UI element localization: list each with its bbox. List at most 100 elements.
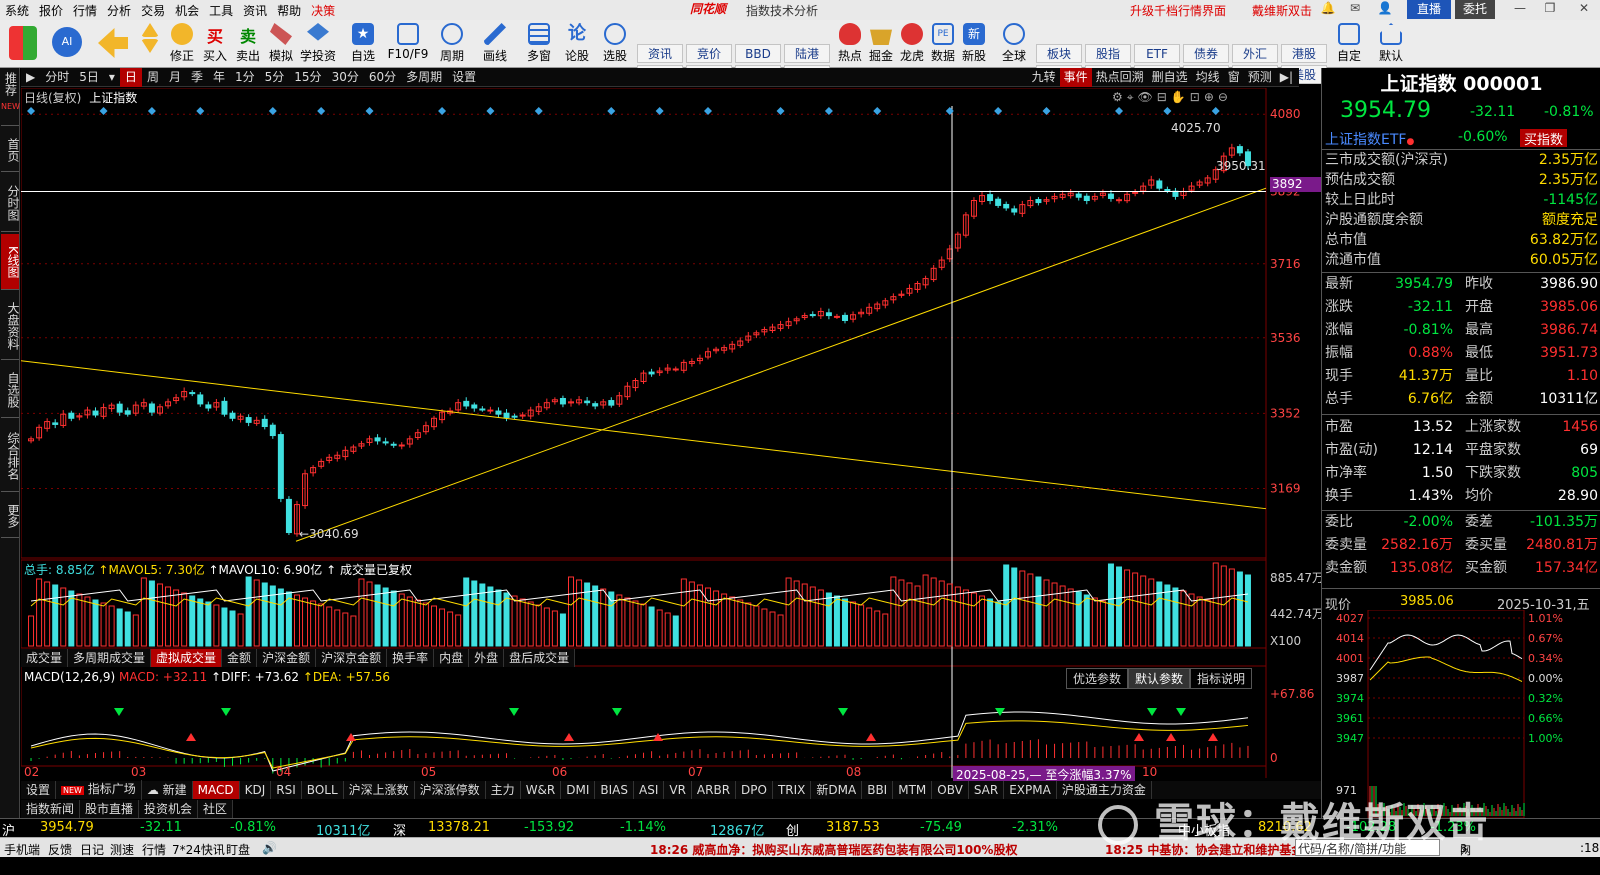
toolbar-dragon[interactable]: 龙虎	[895, 23, 929, 67]
bottom-mobile[interactable]: 手机端	[4, 841, 40, 858]
close-icon[interactable]: ✕	[1574, 1, 1594, 15]
toolbar-f10[interactable]: F10/F9	[386, 23, 430, 67]
menu-item-help[interactable]: 帮助	[272, 2, 306, 19]
toolbar-forum[interactable]: 论论股	[562, 23, 592, 67]
grid-btn-futures-index[interactable]: 股指	[1085, 44, 1131, 63]
toolbar-learn[interactable]: 学投资	[298, 23, 338, 67]
back-icon[interactable]	[96, 23, 130, 67]
lock-icon[interactable]: ⊟	[1157, 90, 1171, 104]
period-30min[interactable]: 30分	[327, 68, 364, 87]
toolbar-default[interactable]: 默认	[1372, 23, 1410, 67]
kline-chart[interactable]: 4080 3892 3716 3536 3352 3169 4025.70 3950.31 ←3…	[21, 88, 1321, 818]
tab-home[interactable]: 首页	[1, 128, 20, 172]
user-icon[interactable]: 👤	[1375, 1, 1395, 15]
ind-tab-wr[interactable]: W&R	[521, 781, 562, 799]
optimal-params-button[interactable]: 优选参数	[1066, 668, 1129, 689]
ind-tab-expma[interactable]: EXPMA	[1004, 781, 1057, 799]
menu-item-quote[interactable]: 报价	[34, 2, 68, 19]
toolbar-sell[interactable]: 卖卖出	[231, 23, 265, 67]
news-tab-live[interactable]: 股市直播	[80, 800, 140, 818]
vol-tab-volume[interactable]: 成交量	[21, 649, 69, 667]
ind-tab-limit-up[interactable]: 沪深涨停数	[415, 781, 486, 799]
vol-tab-after-hours[interactable]: 盘后成交量	[504, 649, 576, 667]
toolbar-mining[interactable]: 掘金	[864, 23, 898, 67]
bell-icon[interactable]: 🔔	[1318, 1, 1338, 15]
ind-tab-up-count[interactable]: 沪深上涨数	[344, 781, 415, 799]
dropdown-icon[interactable]: ▾	[104, 68, 120, 87]
indicator-help-button[interactable]: 指标说明	[1190, 668, 1253, 689]
news-tab-community[interactable]: 社区	[198, 800, 234, 818]
period-day[interactable]: 日	[119, 67, 142, 87]
news-tab-index[interactable]: 指数新闻	[21, 800, 81, 818]
menu-item-decision[interactable]: 决策	[306, 2, 340, 19]
ind-tab-macd[interactable]: MACD	[192, 781, 240, 799]
intraday-mini-chart[interactable]: 4027 1.01% 4014 0.67% 4001 0.34% 3987 0.00% 3974…	[1322, 610, 1600, 818]
toolbar-fix[interactable]: 修正	[165, 23, 199, 67]
ind-tab-trix[interactable]: TRIX	[773, 781, 812, 799]
ma-button[interactable]: 均线	[1192, 68, 1224, 87]
buy-index-button[interactable]: 买指数	[1520, 129, 1568, 148]
up-arrow-icon[interactable]	[135, 23, 165, 67]
toolbar-watchlist[interactable]: ★ 自选	[343, 23, 383, 67]
tab-kline[interactable]: K线图	[1, 234, 20, 290]
vol-tab-outer[interactable]: 外盘	[469, 649, 505, 667]
nine-turn-button[interactable]: 九转	[1028, 68, 1060, 87]
toolbar-buy[interactable]: 买买入	[198, 23, 232, 67]
toolbar-draw[interactable]: 画线	[476, 23, 514, 67]
layout-icon[interactable]	[6, 23, 40, 67]
period-60min[interactable]: 60分	[364, 68, 401, 87]
bottom-watch[interactable]: 盯盘	[226, 841, 250, 858]
window-button[interactable]: 窗	[1224, 68, 1244, 87]
grid-btn-bonds[interactable]: 债券	[1183, 44, 1229, 63]
grid-btn-hk-connect[interactable]: 陆港	[784, 44, 830, 63]
menu-item-system[interactable]: 系统	[0, 2, 34, 19]
news-tab-opportunity[interactable]: 投资机会	[139, 800, 199, 818]
menu-item-analysis[interactable]: 分析	[102, 2, 136, 19]
vol-tab-hsj-amount[interactable]: 沪深京金额	[316, 649, 388, 667]
grid-btn-news[interactable]: 资讯	[637, 44, 683, 63]
period-year[interactable]: 年	[208, 68, 230, 87]
toolbar-period[interactable]: 周期	[433, 23, 471, 67]
toolbar-screener[interactable]: 选股	[596, 23, 634, 67]
tab-watchlist[interactable]: 自选股	[1, 362, 20, 418]
user-name[interactable]: 戴维斯双击	[1252, 2, 1312, 19]
ind-tab-newdma[interactable]: 新DMA	[811, 781, 863, 799]
tab-market-data[interactable]: 大盘资料	[1, 292, 20, 360]
ind-tab-rsi[interactable]: RSI	[271, 781, 302, 799]
menu-item-tools[interactable]: 工具	[204, 2, 238, 19]
period-timeshare[interactable]: 分时	[40, 68, 74, 87]
ind-tab-kdj[interactable]: KDJ	[240, 781, 272, 799]
menu-item-trade[interactable]: 交易	[136, 2, 170, 19]
tab-timeshare[interactable]: 分时图	[1, 174, 20, 232]
ind-tab-arbr[interactable]: ARBR	[692, 781, 737, 799]
tab-recommend[interactable]: 推荐 NEW	[1, 68, 20, 126]
period-week[interactable]: 周	[142, 68, 164, 87]
play-icon[interactable]: ▶	[21, 68, 40, 87]
grid-btn-forex[interactable]: 外汇	[1232, 44, 1278, 63]
menu-item-news[interactable]: 资讯	[238, 2, 272, 19]
toolbar-ipo[interactable]: 新新股	[957, 23, 991, 67]
ind-tab-boll[interactable]: BOLL	[302, 781, 344, 799]
grid-btn-bbd[interactable]: BBD	[735, 44, 781, 63]
ind-tab-main-force[interactable]: 主力	[486, 781, 521, 799]
eye-icon[interactable]: 👁	[1138, 90, 1157, 104]
toolbar-hot[interactable]: 热点	[833, 23, 867, 67]
grid-btn-auction[interactable]: 竞价	[686, 44, 732, 63]
period-5day[interactable]: 5日	[74, 68, 104, 87]
ind-tab-new[interactable]: ☁ 新建	[142, 781, 193, 799]
period-15min[interactable]: 15分	[289, 68, 326, 87]
bottom-feedback[interactable]: 反馈	[48, 841, 72, 858]
vol-tab-hs-amount[interactable]: 沪深金额	[257, 649, 317, 667]
settings-icon[interactable]: ⚙	[1112, 90, 1127, 104]
period-quarter[interactable]: 季	[186, 68, 208, 87]
remove-watchlist-button[interactable]: 删自选	[1148, 68, 1192, 87]
vol-tab-amount[interactable]: 金额	[222, 649, 258, 667]
vol-tab-turnover[interactable]: 换手率	[387, 649, 435, 667]
menu-item-opportunity[interactable]: 机会	[170, 2, 204, 19]
forecast-button[interactable]: 预测	[1244, 68, 1276, 87]
maximize-icon[interactable]: ❐	[1540, 1, 1560, 15]
zoom-fit-icon[interactable]: ⊡	[1190, 90, 1204, 104]
bottom-diary[interactable]: 日记	[80, 841, 104, 858]
period-settings[interactable]: 设置	[447, 68, 481, 87]
ind-tab-asi[interactable]: ASI	[634, 781, 665, 799]
